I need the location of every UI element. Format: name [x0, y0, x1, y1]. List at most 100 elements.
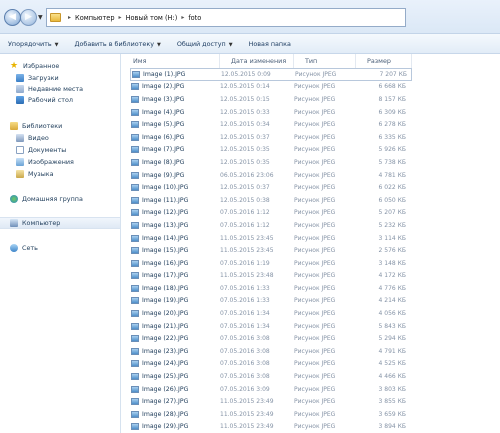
file-row[interactable]: Image (13).JPG 07.05.2016 1:12 Рисунок JPE… — [130, 219, 412, 232]
file-name: Image (4).JPG — [142, 108, 185, 116]
back-button[interactable]: ◀ — [4, 9, 21, 26]
file-row[interactable]: Image (16).JPG 07.05.2016 1:19 Рисунок JPE… — [130, 257, 412, 270]
file-row[interactable]: Image (4).JPG 12.05.2015 0:33 Рисунок JPEG… — [130, 106, 412, 119]
nav-favorites[interactable]: ★ Избранное — [10, 60, 59, 72]
file-name-cell: Image (11).JPG — [130, 196, 220, 204]
breadcrumb-drive[interactable]: Новый том (H:) — [126, 14, 178, 22]
file-row[interactable]: Image (29).JPG 11.05.2015 23:49 Рисунок JP… — [130, 421, 412, 433]
file-size: 4 781 КБ — [378, 171, 406, 179]
file-name-cell: Image (27).JPG — [130, 398, 220, 406]
file-row[interactable]: Image (8).JPG 12.05.2015 0:35 Рисунок JPEG… — [130, 156, 412, 169]
nav-music[interactable]: Музыка — [16, 168, 54, 180]
file-name-cell: Image (8).JPG — [130, 158, 220, 166]
nav-computer[interactable]: Компьютер — [0, 217, 120, 229]
file-type: Рисунок JPEG — [294, 310, 336, 318]
file-date: 12.05.2015 0:33 — [220, 108, 270, 116]
share-button[interactable]: Общий доступ ▼ — [169, 40, 241, 48]
nav-pictures[interactable]: Изображения — [16, 156, 74, 168]
file-row[interactable]: Image (21).JPG 07.05.2016 1:34 Рисунок JPE… — [130, 320, 412, 333]
nav-libraries[interactable]: Библиотеки — [10, 120, 62, 132]
file-row[interactable]: Image (12).JPG 07.05.2016 1:12 Рисунок JPE… — [130, 207, 412, 220]
jpeg-file-icon — [131, 184, 139, 192]
file-row[interactable]: Image (18).JPG 07.05.2016 1:33 Рисунок JPE… — [130, 282, 412, 295]
file-date: 12.05.2015 0:09 — [221, 70, 271, 78]
file-type: Рисунок JPEG — [294, 272, 336, 280]
file-name: Image (10).JPG — [142, 184, 189, 192]
file-row[interactable]: Image (5).JPG 12.05.2015 0:34 Рисунок JPEG… — [130, 118, 412, 131]
file-size: 4 172 КБ — [378, 272, 406, 280]
file-row[interactable]: Image (6).JPG 12.05.2015 0:37 Рисунок JPEG… — [130, 131, 412, 144]
nav-homegroup[interactable]: Домашняя группа — [10, 193, 83, 205]
file-row[interactable]: Image (14).JPG 11.05.2015 23:45 Рисунок JP… — [130, 232, 412, 245]
file-size: 4 466 КБ — [378, 373, 406, 381]
file-type: Рисунок JPEG — [294, 184, 336, 192]
file-size: 3 659 КБ — [378, 410, 406, 418]
file-row[interactable]: Image (2).JPG 12.05.2015 0:14 Рисунок JPEG… — [130, 81, 412, 94]
network-icon — [10, 244, 18, 252]
chevron-down-icon: ▼ — [156, 41, 161, 48]
jpeg-file-icon — [131, 297, 139, 305]
address-bar: ◀ ▶ ▼ ▸ Компьютер ▸ Новый том (H:) ▸ fot… — [0, 0, 500, 34]
new-folder-button[interactable]: Новая папка — [241, 40, 299, 48]
file-type: Рисунок JPEG — [294, 373, 336, 381]
file-name: Image (12).JPG — [142, 209, 189, 217]
jpeg-file-icon — [131, 83, 139, 91]
file-row[interactable]: Image (10).JPG 12.05.2015 0:37 Рисунок JPE… — [130, 181, 412, 194]
nav-video[interactable]: Видео — [16, 132, 49, 144]
forward-button[interactable]: ▶ — [20, 9, 37, 26]
file-row[interactable]: Image (11).JPG 12.05.2015 0:38 Рисунок JPE… — [130, 194, 412, 207]
file-name: Image (7).JPG — [142, 146, 185, 154]
nav-desktop[interactable]: Рабочий стол — [16, 94, 73, 106]
file-row[interactable]: Image (7).JPG 12.05.2015 0:35 Рисунок JPEG… — [130, 144, 412, 157]
file-type: Рисунок JPEG — [294, 133, 336, 141]
file-row[interactable]: Image (22).JPG 07.05.2016 3:08 Рисунок JPE… — [130, 332, 412, 345]
file-row[interactable]: Image (27).JPG 11.05.2015 23:49 Рисунок JP… — [130, 395, 412, 408]
file-row[interactable]: Image (23).JPG 07.05.2016 3:08 Рисунок JPE… — [130, 345, 412, 358]
add-to-library-button[interactable]: Добавить в библиотеку ▼ — [67, 40, 169, 48]
breadcrumb-computer[interactable]: Компьютер — [75, 14, 115, 22]
breadcrumb-separator-icon[interactable]: ▸ — [68, 14, 71, 21]
file-name: Image (6).JPG — [142, 133, 185, 141]
file-date: 12.05.2015 0:34 — [220, 121, 270, 129]
column-header-date[interactable]: Дата изменения — [220, 54, 294, 68]
file-date: 07.05.2016 1:12 — [220, 221, 270, 229]
file-type: Рисунок JPEG — [294, 234, 336, 242]
file-size: 5 232 КБ — [378, 221, 406, 229]
file-name-cell: Image (19).JPG — [130, 297, 220, 305]
file-row[interactable]: Image (28).JPG 11.05.2015 23:49 Рисунок JP… — [130, 408, 412, 421]
share-label: Общий доступ — [176, 39, 226, 48]
chevron-down-icon: ▼ — [228, 41, 233, 48]
file-row[interactable]: Image (25).JPG 07.05.2016 3:08 Рисунок JPE… — [130, 370, 412, 383]
file-row[interactable]: Image (15).JPG 11.05.2015 23:45 Рисунок JP… — [130, 244, 412, 257]
computer-icon — [10, 219, 18, 227]
column-header-size[interactable]: Размер — [356, 54, 412, 68]
column-header-name[interactable]: Имя — [122, 54, 220, 68]
address-field[interactable]: ▸ Компьютер ▸ Новый том (H:) ▸ foto — [46, 8, 406, 27]
command-bar: Упорядочить ▼ Добавить в библиотеку ▼ Общи… — [0, 34, 500, 54]
file-date: 11.05.2015 23:45 — [220, 247, 274, 255]
file-row[interactable]: Image (26).JPG 07.05.2016 3:09 Рисунок JPE… — [130, 383, 412, 396]
breadcrumb-folder[interactable]: foto — [188, 14, 201, 22]
breadcrumb-separator-icon[interactable]: ▸ — [181, 14, 184, 21]
file-date: 11.05.2015 23:49 — [220, 410, 274, 418]
nav-network[interactable]: Сеть — [10, 242, 38, 254]
nav-label: Музыка — [28, 170, 54, 178]
file-name: Image (1).JPG — [143, 70, 186, 78]
file-row[interactable]: Image (24).JPG 07.05.2016 3:08 Рисунок JPE… — [130, 358, 412, 371]
file-row[interactable]: Image (1).JPG 12.05.2015 0:09 Рисунок JPEG… — [130, 68, 412, 81]
file-date: 11.05.2015 23:49 — [220, 398, 274, 406]
breadcrumb-separator-icon[interactable]: ▸ — [119, 14, 122, 21]
nav-documents[interactable]: Документы — [16, 144, 66, 156]
file-row[interactable]: Image (17).JPG 11.05.2015 23:48 Рисунок JP… — [130, 270, 412, 283]
file-name: Image (11).JPG — [142, 196, 189, 204]
file-row[interactable]: Image (19).JPG 07.05.2016 1:33 Рисунок JPE… — [130, 295, 412, 308]
file-size: 6 668 КБ — [378, 83, 406, 91]
organize-button[interactable]: Упорядочить ▼ — [0, 40, 67, 48]
recent-pages-dropdown[interactable]: ▼ — [38, 14, 43, 21]
file-name: Image (24).JPG — [142, 360, 189, 368]
file-row[interactable]: Image (20).JPG 07.05.2016 1:34 Рисунок JPE… — [130, 307, 412, 320]
file-row[interactable]: Image (3).JPG 12.05.2015 0:15 Рисунок JPEG… — [130, 93, 412, 106]
column-header-type[interactable]: Тип — [294, 54, 356, 68]
file-name-cell: Image (24).JPG — [130, 360, 220, 368]
file-row[interactable]: Image (9).JPG 06.05.2016 23:06 Рисунок JPE… — [130, 169, 412, 182]
